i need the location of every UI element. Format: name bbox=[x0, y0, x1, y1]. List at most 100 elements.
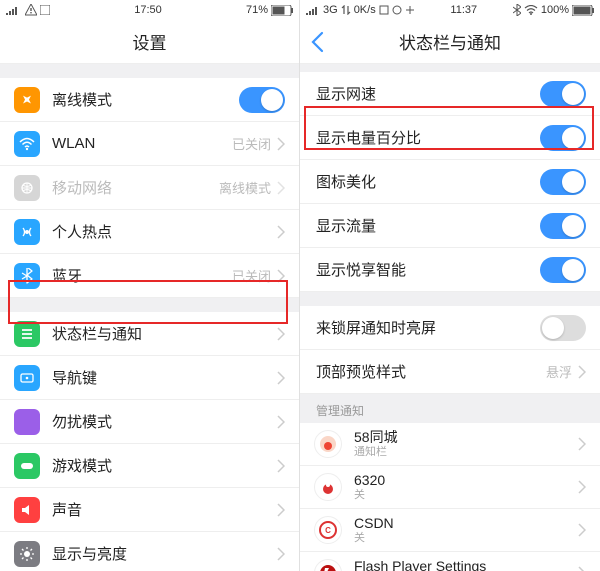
app-row-6320[interactable]: 6320 关 bbox=[300, 466, 600, 509]
wifi-icon bbox=[14, 131, 40, 157]
row-bluetooth[interactable]: 蓝牙 已关闭 bbox=[0, 254, 299, 298]
app-name: 6320 bbox=[354, 472, 566, 489]
toggle[interactable] bbox=[540, 169, 586, 195]
app-sub: 关 bbox=[354, 532, 566, 545]
toggle[interactable] bbox=[540, 315, 586, 341]
phone-statusbar-notifications: 3G 0K/s 11:37 100% 状态栏与通知 显示网速 bbox=[300, 0, 600, 571]
phone-settings: 17:50 71% 设置 离线模式 WLAN 已关闭 bbox=[0, 0, 300, 571]
status-text: 离线模式 bbox=[219, 178, 271, 197]
label: 显示悦享智能 bbox=[316, 259, 528, 280]
settings-list: 离线模式 WLAN 已关闭 移动网络 离线模式 bbox=[0, 64, 299, 571]
chevron-right-icon bbox=[277, 225, 285, 239]
status-time: 17:50 bbox=[50, 4, 246, 16]
status-text: 已关闭 bbox=[232, 134, 271, 153]
hotspot-icon bbox=[14, 219, 40, 245]
misc-icon-2 bbox=[392, 5, 402, 15]
toggle[interactable] bbox=[540, 257, 586, 283]
app-sub: 通知栏 bbox=[354, 446, 566, 459]
speed-text: 0K/s bbox=[354, 4, 376, 16]
app-name: Flash Player Settings bbox=[354, 558, 566, 571]
row-show-yuexiang[interactable]: 显示悦享智能 bbox=[300, 248, 600, 292]
app-row-flash[interactable]: Flash Player Settings 关 bbox=[300, 552, 600, 571]
label: 显示网速 bbox=[316, 83, 528, 104]
warning-icon bbox=[25, 4, 37, 16]
status-time: 11:37 bbox=[415, 4, 513, 16]
row-display-brightness[interactable]: 显示与亮度 bbox=[0, 532, 299, 571]
chevron-left-icon bbox=[310, 31, 324, 53]
app-name: CSDN bbox=[354, 515, 566, 532]
nav-icon bbox=[14, 365, 40, 391]
app-icon bbox=[314, 559, 342, 571]
bluetooth-status-icon bbox=[513, 4, 521, 16]
label: 声音 bbox=[52, 499, 265, 520]
label: 移动网络 bbox=[52, 177, 207, 198]
battery-text: 100% bbox=[541, 4, 569, 16]
label: WLAN bbox=[52, 135, 220, 152]
row-mobile-network: 移动网络 离线模式 bbox=[0, 166, 299, 210]
chevron-right-icon bbox=[578, 566, 586, 571]
app-icon bbox=[314, 473, 342, 501]
toggle[interactable] bbox=[540, 213, 586, 239]
chevron-right-icon bbox=[277, 371, 285, 385]
row-show-battery-percent[interactable]: 显示电量百分比 bbox=[300, 116, 600, 160]
cellular-icon bbox=[14, 175, 40, 201]
section-manage-notifications: 管理通知 bbox=[300, 394, 600, 423]
row-game-mode[interactable]: 游戏模式 bbox=[0, 444, 299, 488]
row-wlan[interactable]: WLAN 已关闭 bbox=[0, 122, 299, 166]
signal-icon bbox=[6, 5, 22, 15]
app-icon: C bbox=[314, 516, 342, 544]
row-show-traffic[interactable]: 显示流量 bbox=[300, 204, 600, 248]
app-row-csdn[interactable]: C CSDN 关 bbox=[300, 509, 600, 552]
svg-text:C: C bbox=[325, 526, 331, 535]
row-hotspot[interactable]: 个人热点 bbox=[0, 210, 299, 254]
row-wake-on-lock-notification[interactable]: 来锁屏通知时亮屏 bbox=[300, 306, 600, 350]
chevron-right-icon bbox=[277, 181, 285, 195]
app-name: 58同城 bbox=[354, 429, 566, 446]
chevron-right-icon bbox=[578, 437, 586, 451]
row-show-speed[interactable]: 显示网速 bbox=[300, 72, 600, 116]
app-row-58[interactable]: 58同城 通知栏 bbox=[300, 423, 600, 466]
sound-icon bbox=[14, 497, 40, 523]
header-left: 设置 bbox=[0, 20, 299, 64]
row-icon-beautify[interactable]: 图标美化 bbox=[300, 160, 600, 204]
label: 游戏模式 bbox=[52, 455, 265, 476]
chevron-right-icon bbox=[277, 269, 285, 283]
label: 显示与亮度 bbox=[52, 543, 265, 564]
data-arrows-icon bbox=[341, 5, 351, 15]
row-preview-style[interactable]: 顶部预览样式 悬浮 bbox=[300, 350, 600, 394]
toggle[interactable] bbox=[239, 87, 285, 113]
label: 图标美化 bbox=[316, 171, 528, 192]
label: 导航键 bbox=[52, 367, 265, 388]
misc-icon bbox=[379, 5, 389, 15]
label: 离线模式 bbox=[52, 89, 227, 110]
chevron-right-icon bbox=[277, 415, 285, 429]
wifi-status-icon bbox=[524, 5, 538, 15]
status-text: 悬浮 bbox=[546, 362, 572, 381]
toggle[interactable] bbox=[540, 81, 586, 107]
chevron-right-icon bbox=[277, 327, 285, 341]
label: 显示电量百分比 bbox=[316, 127, 528, 148]
chevron-right-icon bbox=[277, 137, 285, 151]
toggle[interactable] bbox=[540, 125, 586, 151]
row-statusbar-notifications[interactable]: 状态栏与通知 bbox=[0, 312, 299, 356]
label: 来锁屏通知时亮屏 bbox=[316, 317, 528, 338]
header-right: 状态栏与通知 bbox=[300, 20, 600, 64]
back-button[interactable] bbox=[310, 31, 324, 53]
row-sound[interactable]: 声音 bbox=[0, 488, 299, 532]
row-airplane-mode[interactable]: 离线模式 bbox=[0, 78, 299, 122]
label: 显示流量 bbox=[316, 215, 528, 236]
signal-icon bbox=[306, 5, 320, 15]
row-navigation-keys[interactable]: 导航键 bbox=[0, 356, 299, 400]
app-icon bbox=[314, 430, 342, 458]
signal-text: 3G bbox=[323, 4, 338, 16]
gamepad-icon bbox=[14, 453, 40, 479]
chevron-right-icon bbox=[578, 365, 586, 379]
app-sub: 关 bbox=[354, 489, 566, 502]
moon-icon bbox=[14, 409, 40, 435]
misc-icon-3 bbox=[405, 5, 415, 15]
label: 蓝牙 bbox=[52, 265, 220, 286]
battery-icon bbox=[572, 5, 594, 16]
chevron-right-icon bbox=[578, 523, 586, 537]
row-dnd[interactable]: 勿扰模式 bbox=[0, 400, 299, 444]
label: 状态栏与通知 bbox=[52, 323, 265, 344]
